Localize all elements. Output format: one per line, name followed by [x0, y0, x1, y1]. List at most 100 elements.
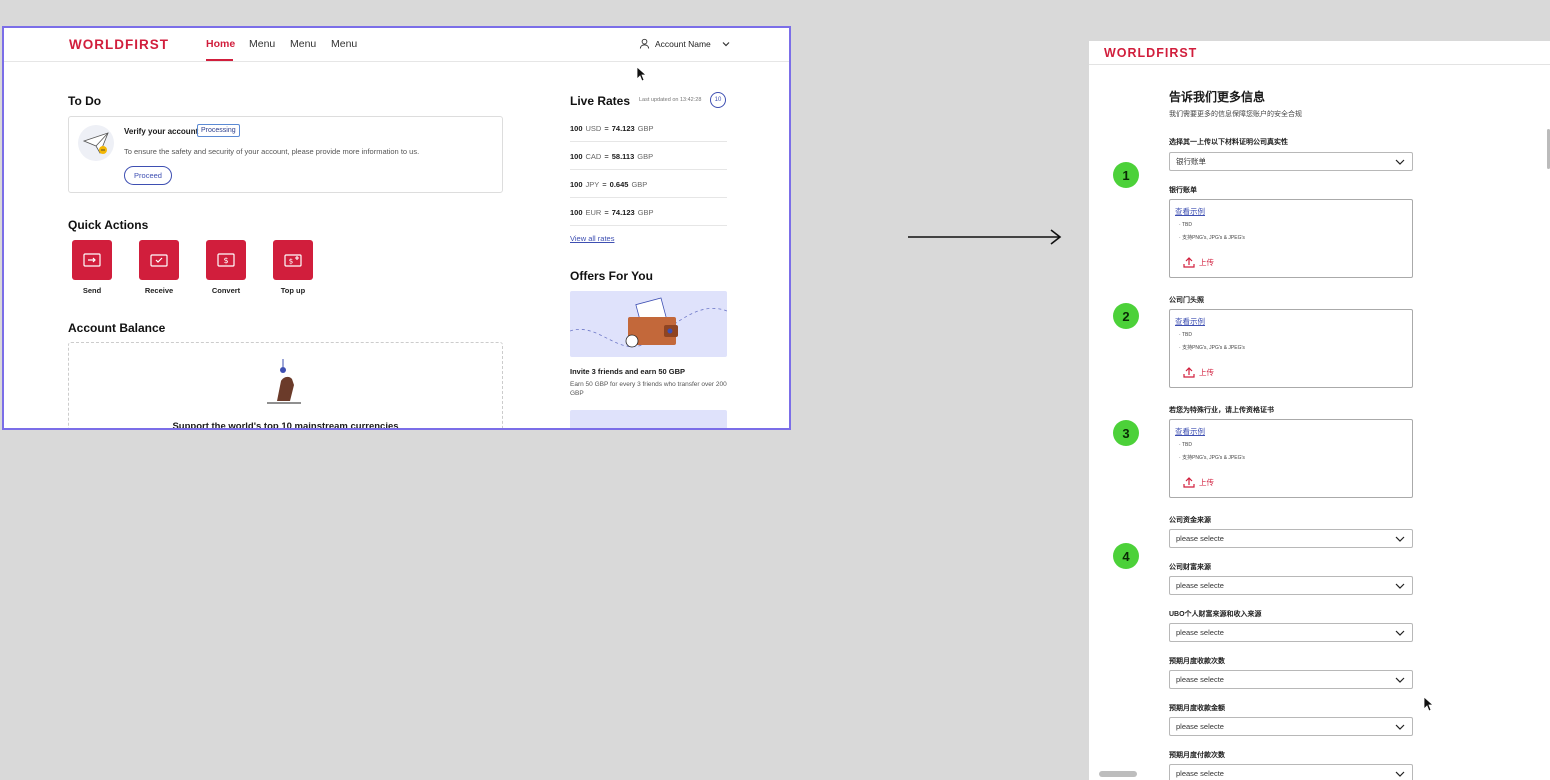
account-name: Account Name — [655, 38, 711, 49]
select-label: 公司财富来源 — [1169, 564, 1211, 571]
select-value: please selecte — [1176, 769, 1224, 778]
mouse-cursor-icon — [1423, 696, 1434, 712]
rate-from: JPY — [585, 179, 600, 189]
offer-banner[interactable] — [570, 291, 727, 357]
panel-drag-handle[interactable] — [1099, 771, 1137, 777]
chevron-down-icon — [1395, 630, 1405, 636]
rate-row: 100 JPY = 0.645 GBP — [570, 171, 727, 198]
todo-title: Verify your account — [124, 127, 199, 136]
rate-eq: = — [604, 151, 609, 161]
wallet-illustration — [570, 297, 727, 348]
offer-banner-2[interactable] — [570, 410, 727, 428]
chevron-down-icon — [1395, 771, 1405, 777]
quick-action-topup[interactable]: $ Top up — [273, 240, 313, 295]
nav-menu-1[interactable]: Menu — [249, 38, 275, 50]
upload-icon — [1183, 477, 1195, 488]
upload-box: 查看示例 · TBD · 支持PNG's, JPG's & JPEG's 上传 — [1169, 419, 1413, 498]
hand-coin-illustration — [267, 358, 301, 404]
rate-to: GBP — [637, 123, 654, 133]
rate-from: USD — [585, 123, 602, 133]
logo[interactable]: WORLDFIRST — [69, 37, 169, 52]
upload-label: 银行账单 — [1169, 187, 1197, 194]
live-rates-heading: Live Rates — [570, 94, 631, 108]
svg-text:$: $ — [289, 258, 293, 266]
account-balance-card: Support the world's top 10 mainstream cu… — [68, 342, 503, 430]
balance-support-text: Support the world's top 10 mainstream cu… — [172, 421, 399, 430]
rate-from: EUR — [585, 207, 602, 217]
flow-arrow-icon — [908, 229, 1062, 245]
upload-box: 查看示例 · TBD · 支持PNG's, JPG's & JPEG's 上传 — [1169, 199, 1413, 278]
quick-action-receive[interactable]: Receive — [139, 240, 179, 295]
quick-action-convert[interactable]: $ Convert — [206, 240, 246, 295]
quick-action-send[interactable]: Send — [72, 240, 112, 295]
select-label: UBO个人财富来源和收入来源 — [1169, 611, 1262, 618]
rate-amount: 100 — [570, 179, 583, 189]
receive-label: Receive — [144, 286, 174, 295]
send-label: Send — [82, 286, 102, 295]
upload-icon — [1183, 367, 1195, 378]
rate-row: 100 USD = 74.123 GBP — [570, 115, 727, 142]
top-up-icon: $ — [284, 254, 302, 267]
select-label: 公司资金来源 — [1169, 517, 1211, 524]
chevron-down-icon — [1395, 536, 1405, 542]
select-label: 预期月度付款次数 — [1169, 752, 1225, 759]
view-example-link[interactable]: 查看示例 — [1175, 426, 1205, 437]
quick-actions-heading: Quick Actions — [68, 218, 149, 232]
rate-from: CAD — [585, 151, 602, 161]
offer-title: Invite 3 friends and earn 50 GBP — [570, 367, 686, 376]
receive-icon — [150, 254, 168, 267]
header-divider — [1089, 64, 1550, 65]
info-form-panel: WORLDFIRST 告诉我们更多信息 我们需要更多的信息保障您账户的安全合规 … — [1089, 41, 1550, 780]
offer-description: Earn 50 GBP for every 3 friends who tran… — [570, 381, 727, 398]
nav-active-indicator — [206, 59, 233, 61]
rate-eq: = — [604, 207, 609, 217]
account-balance-heading: Account Balance — [68, 321, 166, 335]
monthly-receipts-amount-select[interactable]: please selecte — [1169, 717, 1413, 736]
step-badge: 2 — [1113, 303, 1139, 329]
requirement-text: · TBD — [1179, 442, 1192, 448]
refresh-timer[interactable]: 10 — [710, 92, 726, 108]
upload-icon — [1183, 257, 1195, 268]
nav-menu-3[interactable]: Menu — [331, 38, 357, 50]
wealth-source-select[interactable]: please selecte — [1169, 576, 1413, 595]
select-value: 银行账单 — [1176, 157, 1206, 166]
fund-source-select[interactable]: please selecte — [1169, 529, 1413, 548]
upload-button[interactable]: 上传 — [1183, 366, 1214, 378]
upload-button[interactable]: 上传 — [1183, 476, 1214, 488]
rate-to: GBP — [637, 207, 654, 217]
offers-heading: Offers For You — [570, 269, 653, 283]
rates-updated-time: Last updated on 13:42:28 — [639, 97, 702, 103]
nav-menu-2[interactable]: Menu — [290, 38, 316, 50]
top-up-label: Top up — [280, 286, 306, 295]
requirement-text: · 支持PNG's, JPG's & JPEG's — [1179, 455, 1245, 461]
select-label: 预期月度收款金额 — [1169, 705, 1225, 712]
view-example-link[interactable]: 查看示例 — [1175, 206, 1205, 217]
requirement-text: · 支持PNG's, JPG's & JPEG's — [1179, 345, 1245, 351]
account-menu[interactable]: Account Name — [639, 38, 731, 49]
mouse-cursor-icon — [636, 66, 647, 82]
top-nav: WORLDFIRST Home Menu Menu Menu Account N… — [4, 28, 789, 62]
nav-home[interactable]: Home — [206, 38, 235, 50]
requirement-text: · 支持PNG's, JPG's & JPEG's — [1179, 235, 1245, 241]
rate-to: GBP — [637, 151, 654, 161]
select-value: please selecte — [1176, 628, 1224, 637]
select-value: please selecte — [1176, 675, 1224, 684]
panel-logo[interactable]: WORLDFIRST — [1104, 46, 1197, 60]
chevron-down-icon — [1395, 677, 1405, 683]
rate-eq: = — [602, 179, 607, 189]
todo-card: Verify your account Processing To ensure… — [68, 116, 503, 193]
step-badge: 3 — [1113, 420, 1139, 446]
proceed-button[interactable]: Proceed — [124, 166, 172, 185]
monthly-payments-count-select[interactable]: please selecte — [1169, 764, 1413, 780]
rate-amount: 100 — [570, 207, 583, 217]
monthly-receipts-count-select[interactable]: please selecte — [1169, 670, 1413, 689]
prove-material-select[interactable]: 银行账单 — [1169, 152, 1413, 171]
status-badge: Processing — [197, 124, 240, 137]
upload-button[interactable]: 上传 — [1183, 256, 1214, 268]
view-example-link[interactable]: 查看示例 — [1175, 316, 1205, 327]
prove-select-label: 选择其一上传以下材料证明公司真实性 — [1169, 139, 1288, 146]
user-icon — [639, 38, 650, 49]
ubo-source-select[interactable]: please selecte — [1169, 623, 1413, 642]
view-all-rates-link[interactable]: View all rates — [570, 234, 614, 243]
convert-icon: $ — [217, 253, 235, 267]
